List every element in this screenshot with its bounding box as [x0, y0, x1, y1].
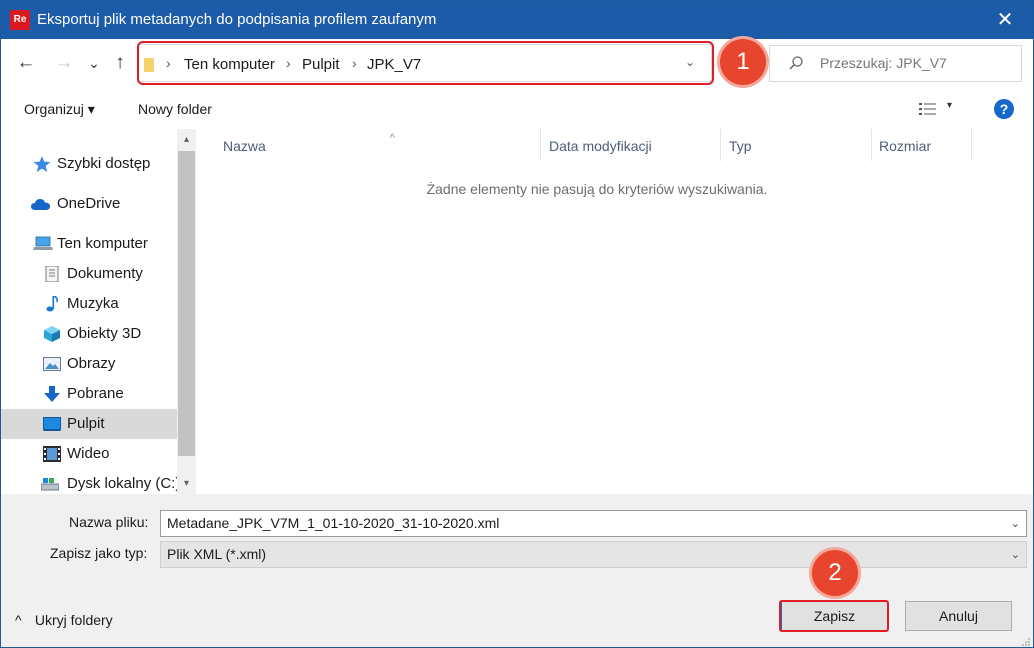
recent-locations-button[interactable]: ⌄ [83, 51, 105, 75]
scrollbar-thumb[interactable] [178, 151, 195, 456]
annotation-highlight-save [779, 600, 889, 632]
new-folder-button[interactable]: Nowy folder [138, 101, 212, 117]
download-icon [44, 386, 60, 402]
tree-item-local-disk[interactable]: Dysk lokalny (C:) [1, 469, 177, 494]
tree-item-label: OneDrive [57, 195, 121, 212]
column-header-label: Nazwa [223, 138, 266, 154]
hide-folders-label: Ukryj foldery [34, 612, 113, 628]
column-header-label: Rozmiar [879, 138, 932, 154]
column-header-date[interactable]: Data modyfikacji [541, 135, 721, 163]
file-list: Nazwa ^ Data modyfikacji Typ Rozmiar Żad… [197, 129, 1033, 494]
chevron-down-icon[interactable]: ⌄ [1011, 517, 1020, 530]
annotation-badge-2: 2 [812, 550, 858, 596]
view-options-icon[interactable] [919, 102, 937, 116]
cancel-button[interactable]: Anuluj [905, 601, 1012, 631]
scroll-up-icon[interactable]: ▴ [177, 132, 196, 148]
tree-scrollbar[interactable]: ▴ ▾ [177, 129, 196, 494]
save-options-panel: Nazwa pliku: Metadane_JPK_V7M_1_01-10-20… [1, 494, 1033, 647]
app-icon: Re [10, 10, 30, 30]
column-header-label: Typ [729, 138, 752, 154]
close-button[interactable]: ✕ [985, 5, 1025, 35]
annotation-highlight-address [137, 41, 714, 85]
hide-folders-button[interactable]: ^ Ukryj foldery [15, 612, 113, 628]
music-icon [46, 296, 58, 312]
view-dropdown-caret[interactable]: ▾ [947, 100, 952, 111]
up-button[interactable]: ↑ [109, 51, 131, 75]
tree-item-downloads[interactable]: Pobrane [1, 379, 177, 409]
drive-icon [41, 478, 59, 491]
tree-item-music[interactable]: Muzyka [1, 289, 177, 319]
desktop-icon [43, 417, 61, 431]
tree-item-quick-access[interactable]: Szybki dostęp [1, 149, 177, 179]
cube-icon [44, 326, 60, 342]
tree-item-3d-objects[interactable]: Obiekty 3D [1, 319, 177, 349]
tree-item-label: Wideo [67, 445, 110, 462]
tree-item-label: Obrazy [67, 355, 116, 372]
tree-item-label: Obiekty 3D [67, 325, 142, 342]
tree-item-label: Pulpit [67, 415, 105, 432]
search-placeholder: Przeszukaj: JPK_V7 [820, 55, 947, 71]
search-input[interactable]: Przeszukaj: JPK_V7 [769, 45, 1022, 82]
window-title: Eksportuj plik metadanych do podpisania … [37, 11, 437, 28]
star-icon [33, 156, 51, 172]
chevron-up-icon: ^ [15, 612, 22, 628]
navigation-pane: Szybki dostęp OneDrive Ten komputer Doku… [1, 129, 177, 494]
command-toolbar: Organizuj ▾ Nowy folder ▾ ? [1, 89, 1033, 129]
filetype-value: Plik XML (*.xml) [167, 546, 267, 562]
filename-label: Nazwa pliku: [69, 514, 149, 530]
filename-value: Metadane_JPK_V7M_1_01-10-2020_31-10-2020… [167, 515, 500, 531]
filetype-label: Zapisz jako typ: [50, 545, 148, 561]
sort-ascending-icon: ^ [390, 133, 395, 144]
forward-button[interactable]: → [53, 51, 75, 75]
film-icon [43, 446, 61, 462]
tree-item-label: Ten komputer [57, 235, 148, 252]
tree-item-desktop[interactable]: Pulpit [1, 409, 177, 439]
tree-item-pictures[interactable]: Obrazy [1, 349, 177, 379]
column-header-type[interactable]: Typ [721, 135, 871, 163]
annotation-badge-1: 1 [720, 39, 766, 85]
tree-item-this-pc[interactable]: Ten komputer [1, 229, 177, 259]
document-icon [45, 266, 59, 282]
column-divider[interactable] [971, 129, 972, 161]
computer-icon [33, 236, 53, 250]
image-icon [43, 357, 61, 371]
empty-folder-message: Żadne elementy nie pasują do kryteriów w… [426, 181, 768, 197]
tree-item-label: Szybki dostęp [57, 155, 151, 172]
filetype-select[interactable]: Plik XML (*.xml) ⌄ [160, 541, 1027, 568]
column-header-size[interactable]: Rozmiar [871, 135, 971, 163]
cloud-icon [31, 199, 50, 210]
save-dialog: Re Eksportuj plik metadanych do podpisan… [0, 0, 1034, 648]
organize-button[interactable]: Organizuj ▾ [24, 101, 95, 118]
tree-item-label: Pobrane [67, 385, 124, 402]
tree-item-documents[interactable]: Dokumenty [1, 259, 177, 289]
column-header-name[interactable]: Nazwa ^ [215, 133, 541, 163]
scroll-down-icon[interactable]: ▾ [177, 476, 196, 492]
tree-item-label: Muzyka [67, 295, 119, 312]
resize-grip-icon[interactable] [1021, 637, 1031, 647]
filename-input[interactable]: Metadane_JPK_V7M_1_01-10-2020_31-10-2020… [160, 510, 1027, 537]
title-bar: Re Eksportuj plik metadanych do podpisan… [1, 1, 1033, 39]
chevron-down-icon[interactable]: ⌄ [1011, 548, 1020, 561]
tree-item-onedrive[interactable]: OneDrive [1, 189, 177, 219]
column-header-label: Data modyfikacji [549, 138, 652, 154]
tree-item-label: Dokumenty [67, 265, 143, 282]
search-icon [789, 56, 803, 70]
help-icon[interactable]: ? [994, 99, 1014, 119]
back-button[interactable]: ← [15, 51, 37, 75]
tree-item-videos[interactable]: Wideo [1, 439, 177, 469]
tree-item-label: Dysk lokalny (C:) [67, 475, 177, 492]
navigation-bar: ← → ⌄ ↑ › Ten komputer › Pulpit › JPK_V7… [1, 39, 1033, 89]
